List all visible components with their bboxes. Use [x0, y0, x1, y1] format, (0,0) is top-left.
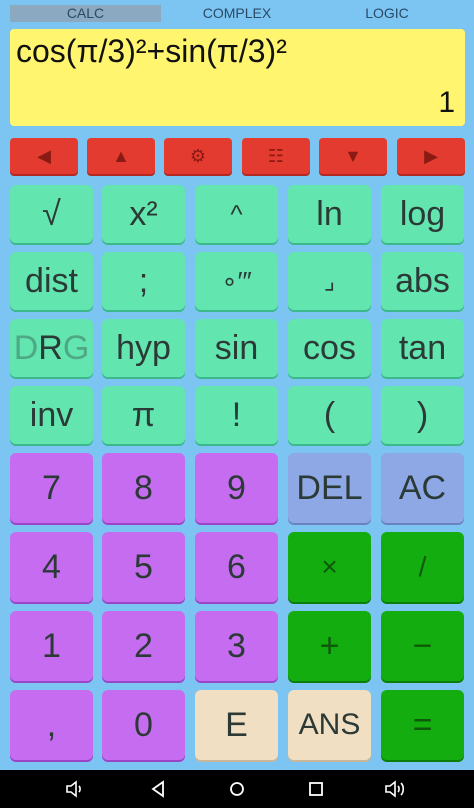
digit-3-key[interactable]: 3 — [195, 611, 278, 681]
hyp-key[interactable]: hyp — [102, 319, 185, 377]
digit-0-key[interactable]: 0 — [102, 690, 185, 760]
cursor-right-button[interactable]: ▶ — [397, 138, 465, 174]
volume-down-icon[interactable] — [64, 778, 88, 800]
right-paren-key[interactable]: ) — [381, 386, 464, 444]
digit-9-key[interactable]: 9 — [195, 453, 278, 523]
ans-key[interactable]: ANS — [288, 690, 371, 760]
comma-key[interactable]: , — [10, 690, 93, 760]
mode-tabs: CALC COMPLEX LOGIC — [0, 0, 474, 26]
volume-up-icon[interactable] — [384, 778, 408, 800]
digit-8-key[interactable]: 8 — [102, 453, 185, 523]
recents-icon[interactable] — [304, 778, 328, 800]
digit-6-key[interactable]: 6 — [195, 532, 278, 602]
inv-key[interactable]: inv — [10, 386, 93, 444]
dist-key[interactable]: dist — [10, 252, 93, 310]
minus-key[interactable]: − — [381, 611, 464, 681]
arrow-up-icon: ▲ — [112, 145, 130, 166]
drg-key[interactable]: DRG — [10, 319, 93, 377]
calculator-display[interactable]: cos(π/3)²+sin(π/3)² 1 — [10, 29, 465, 126]
settings-button[interactable]: ⚙ — [164, 138, 232, 174]
tab-complex[interactable]: COMPLEX — [170, 5, 304, 22]
history-down-button[interactable]: ▼ — [319, 138, 387, 174]
result-text: 1 — [438, 86, 455, 119]
home-icon[interactable] — [225, 778, 249, 800]
pi-key[interactable]: π — [102, 386, 185, 444]
equals-key[interactable]: = — [381, 690, 464, 760]
ln-key[interactable]: ln — [288, 185, 371, 243]
system-navigation-bar — [0, 770, 474, 808]
exponent-key[interactable]: E — [195, 690, 278, 760]
gear-icon: ⚙ — [189, 145, 207, 166]
navigation-row: ◀ ▲ ⚙ ☷ ▼ ▶ — [0, 138, 474, 176]
sin-key[interactable]: sin — [195, 319, 278, 377]
fraction-key[interactable]: ⌟ — [288, 252, 371, 310]
sqrt-key[interactable]: √ — [10, 185, 93, 243]
drg-r-label: R — [38, 328, 63, 367]
plus-key[interactable]: + — [288, 611, 371, 681]
digit-7-key[interactable]: 7 — [10, 453, 93, 523]
dms-key[interactable]: ∘′″ — [195, 252, 278, 310]
back-icon[interactable] — [146, 778, 170, 800]
all-clear-key[interactable]: AC — [381, 453, 464, 523]
arrow-left-icon: ◀ — [37, 145, 51, 166]
menu-button[interactable]: ☷ — [242, 138, 310, 174]
delete-key[interactable]: DEL — [288, 453, 371, 523]
arrow-down-icon: ▼ — [344, 145, 362, 166]
digit-1-key[interactable]: 1 — [10, 611, 93, 681]
tab-calc[interactable]: CALC — [10, 5, 161, 22]
divide-key[interactable]: / — [381, 532, 464, 602]
digit-5-key[interactable]: 5 — [102, 532, 185, 602]
square-key[interactable]: x² — [102, 185, 185, 243]
cos-key[interactable]: cos — [288, 319, 371, 377]
multiply-key[interactable]: × — [288, 532, 371, 602]
power-key[interactable]: ^ — [195, 185, 278, 243]
arrow-right-icon: ▶ — [424, 145, 438, 166]
drg-g-label: G — [62, 328, 90, 367]
drg-d-label: D — [13, 328, 39, 367]
menu-icon: ☷ — [267, 145, 285, 166]
left-paren-key[interactable]: ( — [288, 386, 371, 444]
semicolon-key[interactable]: ; — [102, 252, 185, 310]
tab-logic[interactable]: LOGIC — [320, 5, 454, 22]
log-key[interactable]: log — [381, 185, 464, 243]
history-up-button[interactable]: ▲ — [87, 138, 155, 174]
digit-2-key[interactable]: 2 — [102, 611, 185, 681]
abs-key[interactable]: abs — [381, 252, 464, 310]
cursor-left-button[interactable]: ◀ — [10, 138, 78, 174]
digit-4-key[interactable]: 4 — [10, 532, 93, 602]
expression-text: cos(π/3)²+sin(π/3)² — [16, 33, 287, 69]
factorial-key[interactable]: ! — [195, 386, 278, 444]
tan-key[interactable]: tan — [381, 319, 464, 377]
